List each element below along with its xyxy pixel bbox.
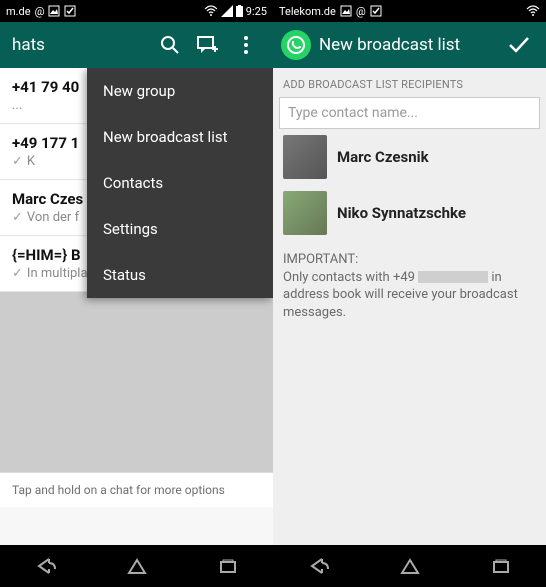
home-icon — [400, 557, 420, 575]
recipient-name: Marc Czesnik — [337, 148, 429, 166]
chat-list: +41 79 40 ... +49 177 1 ✓K Marc Czes ✓Vo… — [0, 68, 273, 545]
whatsapp-icon — [286, 35, 306, 55]
redacted-number — [418, 271, 488, 283]
wifi-icon — [204, 5, 218, 17]
note-important: IMPORTANT: — [283, 252, 358, 267]
picture-icon — [48, 5, 60, 17]
screen-title: hats — [8, 35, 151, 55]
status-bar-left: m.de @ 9:25 — [0, 0, 273, 22]
picture-icon — [340, 5, 352, 17]
action-bar-broadcast: New broadcast list — [273, 22, 546, 68]
check-box-icon — [64, 5, 76, 17]
home-icon — [127, 557, 147, 575]
chat-subtitle: Von der f — [27, 210, 79, 225]
menu-contacts[interactable]: Contacts — [87, 160, 273, 206]
action-bar-chats: hats — [0, 22, 273, 68]
check-icon — [507, 35, 531, 55]
recent-icon — [491, 557, 511, 575]
contact-name-input[interactable]: Type contact name... — [279, 97, 540, 129]
nav-bar-left — [0, 545, 273, 587]
avatar — [283, 135, 327, 179]
overflow-menu: New group New broadcast list Contacts Se… — [87, 68, 273, 298]
section-label: ADD BROADCAST LIST RECIPIENTS — [273, 68, 546, 97]
menu-new-broadcast-list[interactable]: New broadcast list — [87, 114, 273, 160]
wifi-icon — [526, 5, 540, 17]
chat-subtitle: K — [27, 154, 35, 169]
check-icon: ✓ — [12, 210, 23, 225]
back-icon — [308, 557, 330, 575]
new-chat-icon — [197, 35, 219, 55]
at-icon: @ — [356, 5, 366, 18]
nav-back-button[interactable] — [16, 545, 76, 587]
at-icon: @ — [35, 5, 45, 18]
search-button[interactable] — [151, 22, 189, 68]
nav-back-button[interactable] — [289, 545, 349, 587]
new-broadcast-screen: Telekom.de @ New broadcast list ADD BROA… — [273, 0, 546, 587]
info-note: IMPORTANT: Only contacts with +49 in add… — [273, 241, 546, 321]
carrier-text: m.de — [6, 5, 31, 18]
screen-title: New broadcast list — [315, 35, 500, 55]
nav-recent-button[interactable] — [198, 545, 258, 587]
carrier-text: Telekom.de — [279, 5, 336, 18]
list-hint: Tap and hold on a chat for more options — [0, 472, 273, 507]
menu-status[interactable]: Status — [87, 252, 273, 298]
clock-text: 9:25 — [246, 5, 267, 18]
recent-icon — [218, 557, 238, 575]
check-box-icon — [370, 5, 382, 17]
avatar — [283, 191, 327, 235]
back-icon — [35, 557, 57, 575]
recipient-row[interactable]: Niko Synnatzschke — [273, 185, 546, 241]
check-icon: ✓ — [12, 154, 23, 169]
nav-bar-right — [273, 545, 546, 587]
menu-new-group[interactable]: New group — [87, 68, 273, 114]
nav-home-button[interactable] — [107, 545, 167, 587]
chat-subtitle: ... — [12, 98, 22, 113]
overflow-icon — [244, 36, 248, 54]
menu-settings[interactable]: Settings — [87, 206, 273, 252]
nav-recent-button[interactable] — [471, 545, 531, 587]
recipient-row[interactable]: Marc Czesnik — [273, 129, 546, 185]
whatsapp-logo — [281, 30, 311, 60]
recipient-name: Niko Synnatzschke — [337, 204, 466, 222]
confirm-button[interactable] — [500, 22, 538, 68]
search-icon — [160, 35, 180, 55]
nav-home-button[interactable] — [380, 545, 440, 587]
chats-screen: m.de @ 9:25 hats — [0, 0, 273, 587]
status-bar-right: Telekom.de @ — [273, 0, 546, 22]
note-body-pre: Only contacts with +49 — [283, 270, 418, 285]
broadcast-content: ADD BROADCAST LIST RECIPIENTS Type conta… — [273, 68, 546, 545]
battery-icon — [236, 5, 243, 17]
signal-icon — [221, 5, 233, 17]
new-chat-button[interactable] — [189, 22, 227, 68]
overflow-menu-button[interactable] — [227, 22, 265, 68]
check-icon: ✓ — [12, 266, 23, 281]
